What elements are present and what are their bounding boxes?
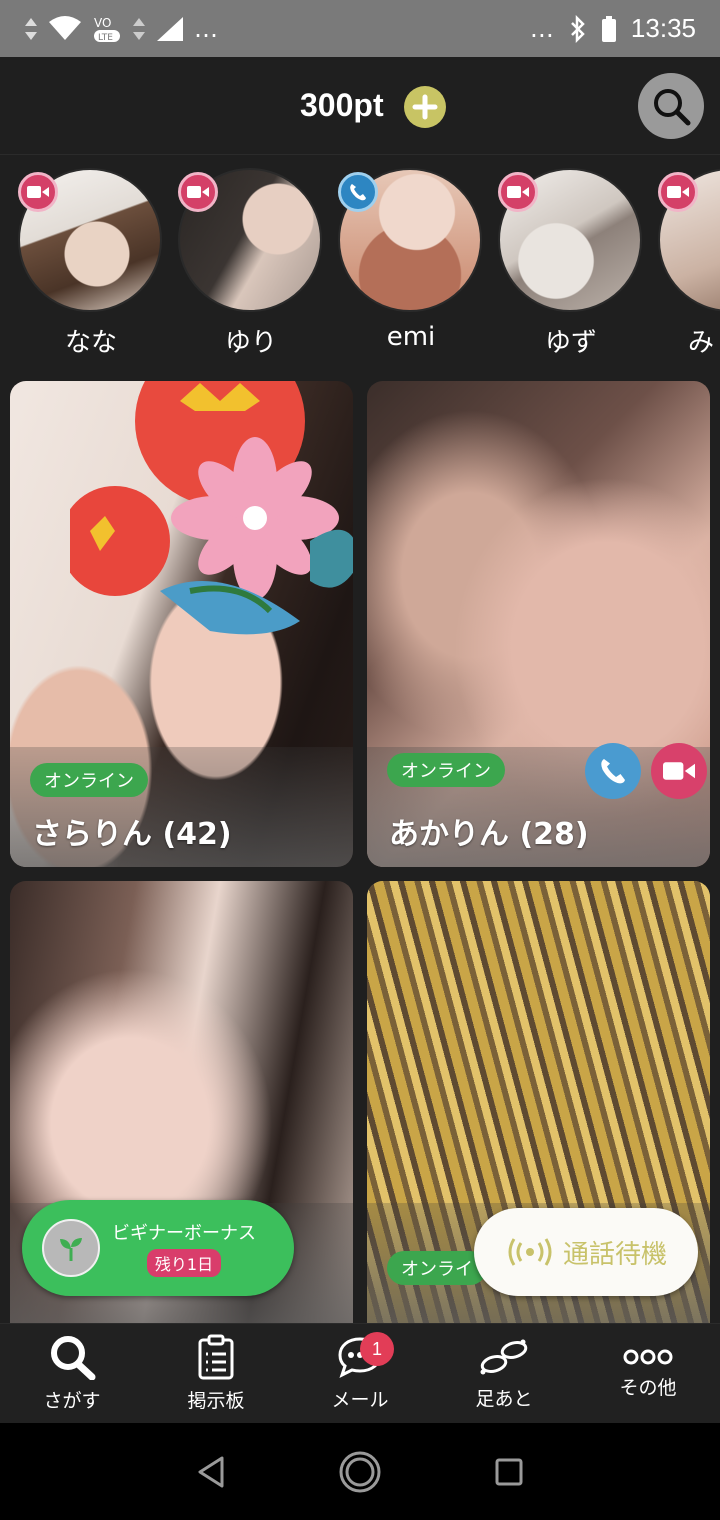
- story-name: なな: [64, 328, 117, 358]
- data-arrows-icon: [133, 17, 145, 40]
- video-call-badge: [658, 172, 698, 212]
- nav-board[interactable]: 掲示板: [144, 1324, 288, 1423]
- points-balance: 300pt: [300, 87, 384, 123]
- voice-call-button[interactable]: [585, 743, 641, 799]
- video-icon: [27, 186, 49, 198]
- status-left: VO LTE …: [24, 14, 219, 44]
- video-call-button[interactable]: [651, 743, 707, 799]
- home-icon[interactable]: [338, 1450, 382, 1494]
- phone-icon: [601, 759, 625, 784]
- stories-row: なな ゆり emi ゆず み: [0, 160, 720, 370]
- video-icon: [507, 186, 529, 198]
- nav-footprints[interactable]: 足あと: [432, 1324, 576, 1423]
- status-time: 13:35: [630, 13, 696, 43]
- footprints-icon: [480, 1339, 528, 1375]
- search-icon: [654, 89, 691, 126]
- clipboard-icon: [198, 1334, 234, 1380]
- voice-call-badge: [338, 172, 378, 212]
- video-icon: [667, 186, 689, 198]
- story-item[interactable]: み: [658, 168, 720, 359]
- signal-icon: [157, 16, 183, 41]
- bonus-title: ビギナーボーナス: [112, 1223, 256, 1244]
- more-icon: [623, 1349, 673, 1365]
- nav-label: さがす: [43, 1390, 101, 1412]
- story-name: ゆず: [544, 328, 597, 358]
- profile-card[interactable]: オンライン あかりん (28): [367, 381, 710, 867]
- add-points-button[interactable]: [404, 86, 446, 128]
- status-bar: VO LTE … … 13:35: [0, 0, 720, 57]
- status-right: … 13:35: [530, 13, 696, 44]
- app-header: 300pt: [0, 57, 720, 155]
- profile-card[interactable]: オンライン さらりん (42): [10, 381, 353, 867]
- system-nav-bar: [0, 1423, 720, 1520]
- video-icon: [187, 186, 209, 198]
- data-arrows-icon: [25, 17, 37, 40]
- video-call-badge: [498, 172, 538, 212]
- svg-text:LTE: LTE: [98, 33, 113, 43]
- unread-badge: 1: [360, 1332, 394, 1366]
- recents-icon[interactable]: [494, 1457, 524, 1487]
- volte-icon: VO LTE: [94, 16, 120, 43]
- video-call-badge: [18, 172, 58, 212]
- online-status-badge: オンライン: [30, 763, 148, 797]
- profile-name: さらりん (42): [32, 817, 232, 852]
- bluetooth-icon: [571, 14, 585, 43]
- status-more: …: [529, 14, 555, 43]
- online-status-badge: オンライ: [387, 1251, 487, 1285]
- profile-name: あかりん (28): [389, 817, 589, 852]
- video-call-badge: [178, 172, 218, 212]
- beginner-bonus-button[interactable]: ビギナーボーナス 残り1日: [22, 1200, 294, 1296]
- bottom-nav: さがす 掲示板 1 メール 足あと その他: [0, 1323, 720, 1423]
- plus-icon: [412, 94, 438, 120]
- nav-label: メール: [331, 1389, 389, 1411]
- story-name: ゆり: [224, 328, 277, 358]
- standby-label: 通話待機: [562, 1239, 667, 1270]
- flower-sticker: [70, 381, 353, 635]
- call-standby-button[interactable]: 通話待機: [474, 1208, 698, 1296]
- story-item[interactable]: なな: [18, 168, 164, 359]
- bonus-remaining-badge: 残り1日: [146, 1249, 222, 1277]
- story-item[interactable]: ゆり: [178, 168, 324, 359]
- search-icon: [51, 1336, 96, 1380]
- battery-icon: [601, 15, 616, 42]
- wifi-icon: [49, 15, 81, 40]
- phone-icon: [350, 184, 366, 201]
- nav-mail[interactable]: 1 メール: [288, 1324, 432, 1423]
- back-icon[interactable]: [196, 1455, 226, 1489]
- broadcast-icon: [508, 1238, 552, 1266]
- svg-text:VO: VO: [94, 16, 111, 30]
- nav-label: 足あと: [475, 1388, 533, 1410]
- nav-label: その他: [619, 1377, 677, 1399]
- nav-label: 掲示板: [187, 1390, 245, 1412]
- story-item[interactable]: ゆず: [498, 168, 644, 359]
- online-status-badge: オンライン: [387, 753, 505, 787]
- search-button[interactable]: [638, 73, 704, 139]
- story-name: emi: [386, 322, 436, 352]
- nav-more[interactable]: その他: [576, 1324, 720, 1423]
- story-name: み: [688, 328, 715, 358]
- status-more: …: [194, 14, 219, 43]
- sprout-icon: [42, 1219, 100, 1277]
- nav-search[interactable]: さがす: [0, 1324, 144, 1423]
- story-item[interactable]: emi: [338, 168, 484, 352]
- video-icon: [663, 762, 695, 780]
